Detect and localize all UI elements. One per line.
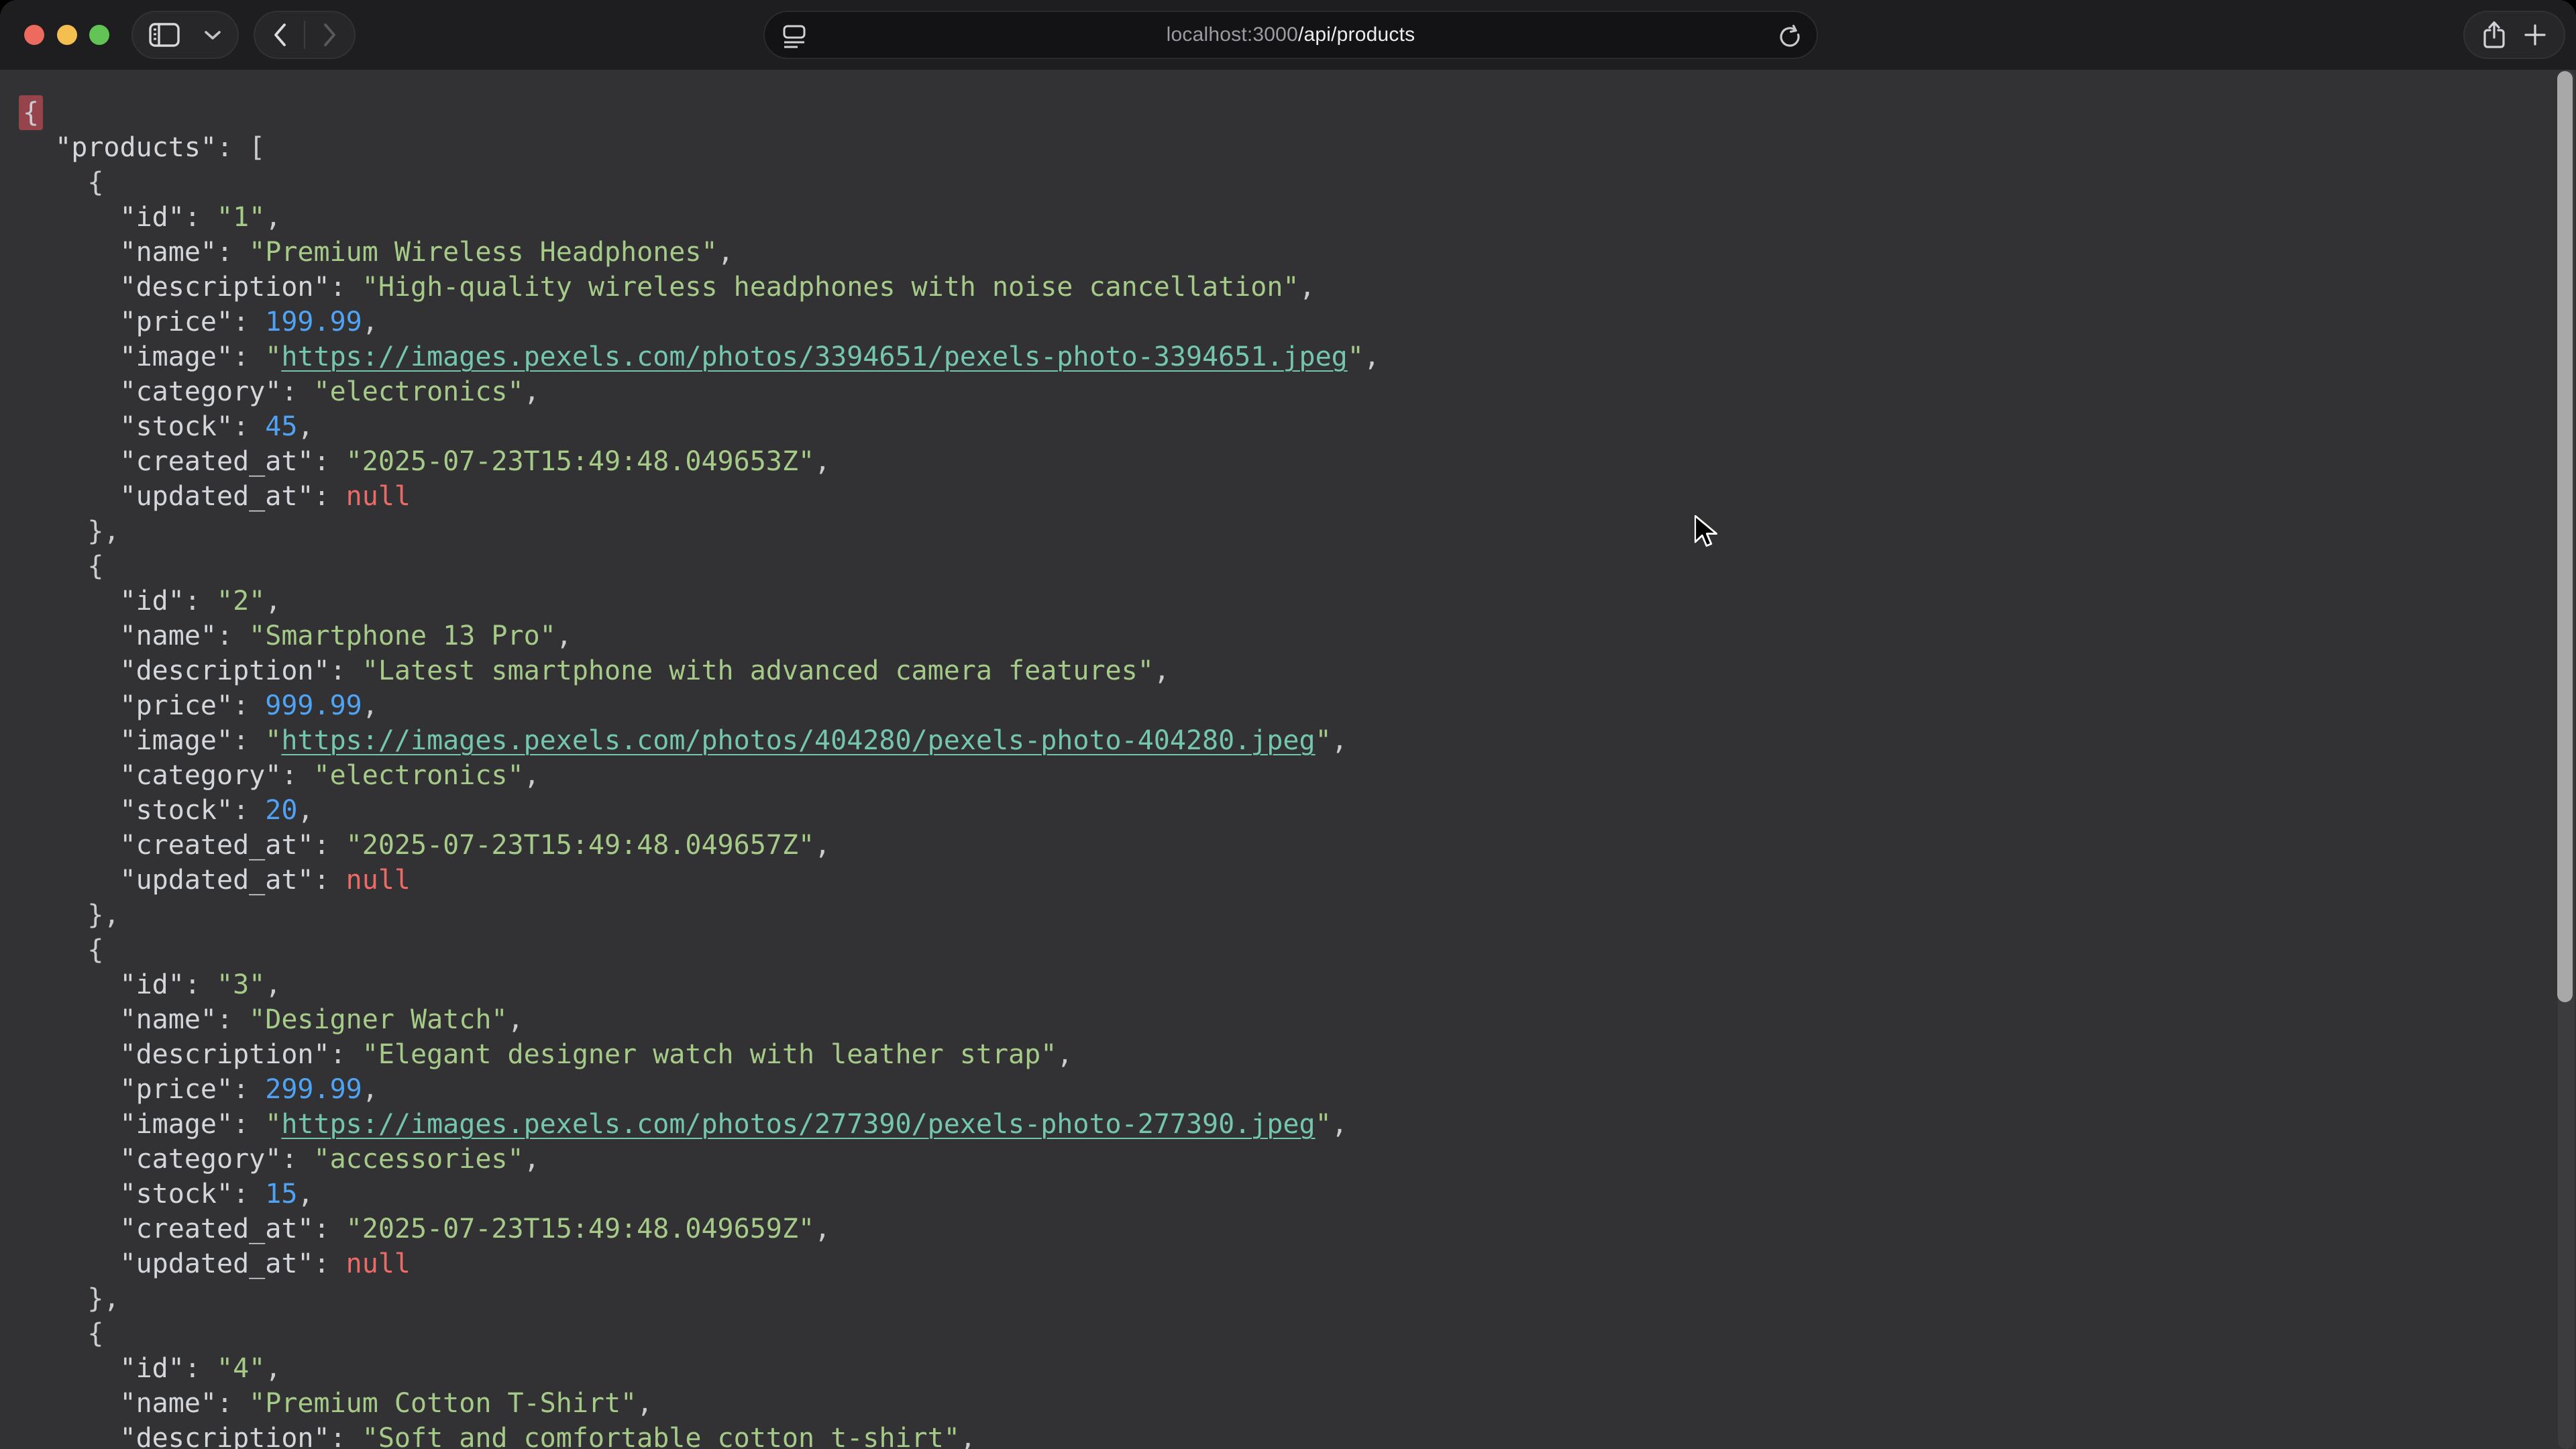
- navigation-group: [254, 11, 356, 59]
- image-url-link[interactable]: https://images.pexels.com/photos/3394651…: [281, 341, 1347, 372]
- reload-button[interactable]: [1776, 23, 1803, 50]
- share-button[interactable]: [2482, 20, 2506, 50]
- share-icon: [2482, 20, 2506, 50]
- toolbar-actions-group: [2463, 11, 2565, 59]
- json-viewer: { "products": [ { "id": "1", "name": "Pr…: [0, 70, 2576, 1449]
- sidebar-toggle-button[interactable]: [149, 23, 180, 47]
- back-button[interactable]: [272, 23, 287, 47]
- scrollbar-thumb[interactable]: [2557, 71, 2573, 1002]
- chevron-down-icon: [204, 30, 221, 40]
- url-path: /api/products: [1298, 23, 1415, 46]
- matched-brace: {: [19, 95, 43, 130]
- browser-window: localhost:3000/api/products: [0, 0, 2576, 1449]
- page-settings-button[interactable]: [781, 23, 808, 50]
- forward-button[interactable]: [323, 23, 337, 47]
- new-tab-button[interactable]: [2524, 23, 2546, 46]
- chevron-right-icon: [323, 23, 337, 47]
- sidebar-toggle-group: [131, 11, 239, 59]
- page-content: { "products": [ { "id": "1", "name": "Pr…: [0, 70, 2576, 1449]
- nav-divider: [304, 21, 305, 49]
- zoom-button[interactable]: [89, 25, 109, 45]
- url-text: localhost:3000/api/products: [765, 23, 1817, 46]
- url-host: localhost:3000: [1167, 23, 1298, 46]
- browser-toolbar: localhost:3000/api/products: [0, 0, 2576, 70]
- minimize-button[interactable]: [57, 25, 77, 45]
- image-url-link[interactable]: https://images.pexels.com/photos/404280/…: [281, 725, 1315, 756]
- tab-group-menu-button[interactable]: [204, 30, 221, 40]
- page-settings-icon: [781, 23, 808, 50]
- chevron-left-icon: [272, 23, 287, 47]
- address-bar[interactable]: localhost:3000/api/products: [763, 11, 1818, 59]
- plus-icon: [2524, 23, 2546, 46]
- close-button[interactable]: [24, 25, 44, 45]
- scrollbar-track[interactable]: [2558, 70, 2575, 1449]
- reload-icon: [1776, 23, 1803, 50]
- image-url-link[interactable]: https://images.pexels.com/photos/277390/…: [281, 1109, 1315, 1140]
- sidebar-icon: [149, 23, 180, 47]
